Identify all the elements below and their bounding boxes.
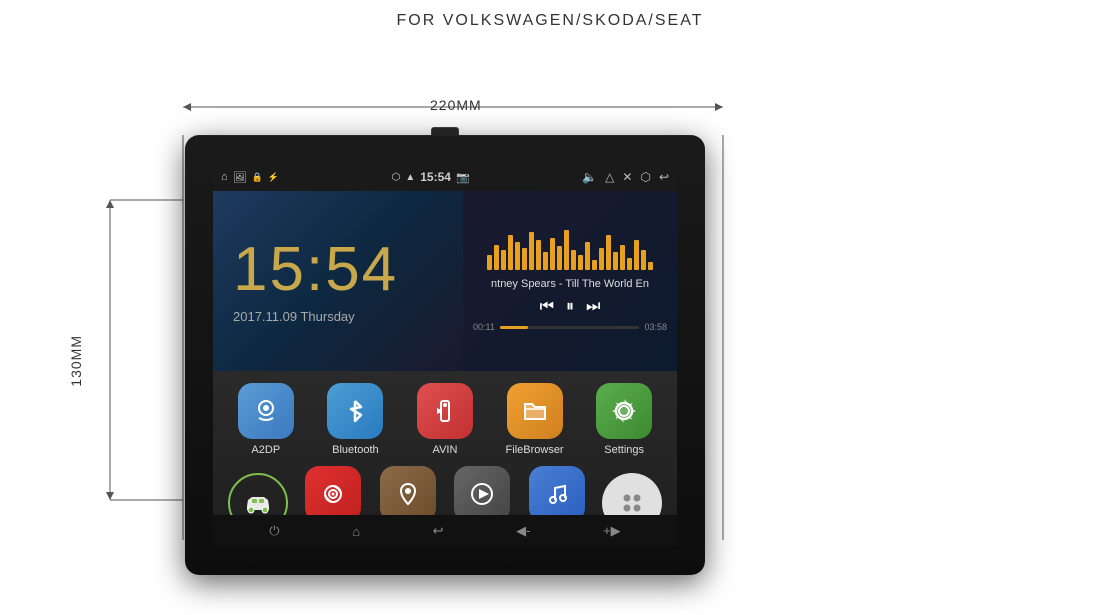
clock-date: 2017.11.09 Thursday [233,309,355,324]
bar5 [515,242,520,270]
bar15 [585,242,590,270]
image-icon: 🖼 [233,171,247,184]
bar1 [487,255,492,270]
music-visualizer [487,230,653,270]
navigation-icon [380,466,436,522]
prev-button[interactable]: ⏮ [540,298,554,316]
music-icon [529,466,585,522]
bar7 [529,232,534,270]
app-a2dp[interactable]: A2DP [226,383,306,456]
app-filebrowser[interactable]: FileBrowser [495,383,575,456]
bar14 [578,255,583,270]
time-current: 00:11 [473,322,495,332]
clock-widget: 15:54 2017.11.09 Thursday [213,191,463,371]
video-icon [454,466,510,522]
bar24 [648,262,653,270]
music-controls[interactable]: ⏮ ⏸ ⏭ [540,298,601,316]
device-wrapper: MIC GPS RST ⌂ 🖼 🔒 ⚡ ⬡ ▲ 15:54 📷 [165,105,725,585]
bar4 [508,235,513,270]
bluetooth-label: Bluetooth [332,444,378,456]
music-title: ntney Spears - Till The World En [473,278,667,290]
bar13 [571,250,576,270]
app-bluetooth[interactable]: Bluetooth [315,383,395,456]
bar21 [627,258,632,270]
filebrowser-label: FileBrowser [506,444,564,456]
camera-icon: 📷 [456,171,470,184]
bar22 [634,240,639,270]
back-nav-icon[interactable]: ↩ [659,170,669,184]
bar9 [543,252,548,270]
bar19 [613,252,618,270]
power-icon[interactable]: ⏻ [269,523,279,539]
radio-icon [305,466,361,522]
a2dp-icon [238,383,294,439]
eject-icon[interactable]: △ [605,170,614,184]
clock-time: 15:54 [233,239,398,301]
home-icon: ⌂ [221,171,228,183]
music-progress: 00:11 03:58 [473,322,667,332]
head-unit: MIC GPS RST ⌂ 🖼 🔒 ⚡ ⬡ ▲ 15:54 📷 [185,135,705,575]
filebrowser-icon [507,383,563,439]
time-total: 03:58 [644,322,667,332]
avin-label: AVIN [433,444,458,456]
bar2 [494,245,499,270]
wifi-icon: ▲ [405,172,415,183]
avin-icon [417,383,473,439]
status-time: 15:54 [420,170,451,184]
bar23 [641,250,646,270]
a2dp-label: A2DP [251,444,280,456]
settings-label: Settings [604,444,644,456]
settings-icon [596,383,652,439]
bar20 [620,245,625,270]
app-avin[interactable]: AVIN [405,383,485,456]
progress-bar[interactable] [500,326,640,329]
nav-icons: 🔈 △ ✕ ⬡ ↩ [582,170,669,184]
bar12 [564,230,569,270]
bar18 [606,235,611,270]
close-nav-icon[interactable]: ✕ [622,170,632,184]
bluetooth-status-icon: ⬡ [392,172,401,183]
lock-icon: 🔒 [252,172,263,183]
bar10 [550,238,555,270]
volume-nav-icon[interactable]: 🔈 [582,170,597,184]
bar17 [599,248,604,270]
android-icon[interactable]: ⬡ [640,170,650,184]
back-bottom-icon[interactable]: ↩ [433,523,444,539]
status-icons-center: ⬡ ▲ 15:54 📷 [392,170,470,184]
next-button[interactable]: ⏭ [586,298,600,316]
app-settings[interactable]: Settings [584,383,664,456]
bar8 [536,240,541,270]
bar3 [501,250,506,270]
app-row-1: A2DP Bluetooth [221,383,669,456]
status-icons-left: ⌂ 🖼 🔒 ⚡ [221,171,279,184]
dimension-130-label: 130MM [68,335,84,387]
bottom-bar: ⏻ ⌂ ↩ ◀- +▶ [213,515,677,547]
usb-icon: ⚡ [268,172,279,183]
music-widget: ntney Spears - Till The World En ⏮ ⏸ ⏭ 0… [463,191,677,371]
bar16 [592,260,597,270]
play-pause-button[interactable]: ⏸ [566,298,574,316]
bluetooth-icon [327,383,383,439]
bar11 [557,246,562,270]
vol-up-icon[interactable]: +▶ [603,523,621,539]
page-title: FOR VOLKSWAGEN/SKODA/SEAT [0,0,1100,30]
bar6 [522,248,527,270]
vol-down-icon[interactable]: ◀- [516,523,530,539]
screen: ⌂ 🖼 🔒 ⚡ ⬡ ▲ 15:54 📷 🔈 △ ✕ ⬡ ↩ [213,163,677,547]
progress-fill [500,326,528,329]
home-bottom-icon[interactable]: ⌂ [352,524,360,539]
status-bar: ⌂ 🖼 🔒 ⚡ ⬡ ▲ 15:54 📷 🔈 △ ✕ ⬡ ↩ [213,163,677,191]
